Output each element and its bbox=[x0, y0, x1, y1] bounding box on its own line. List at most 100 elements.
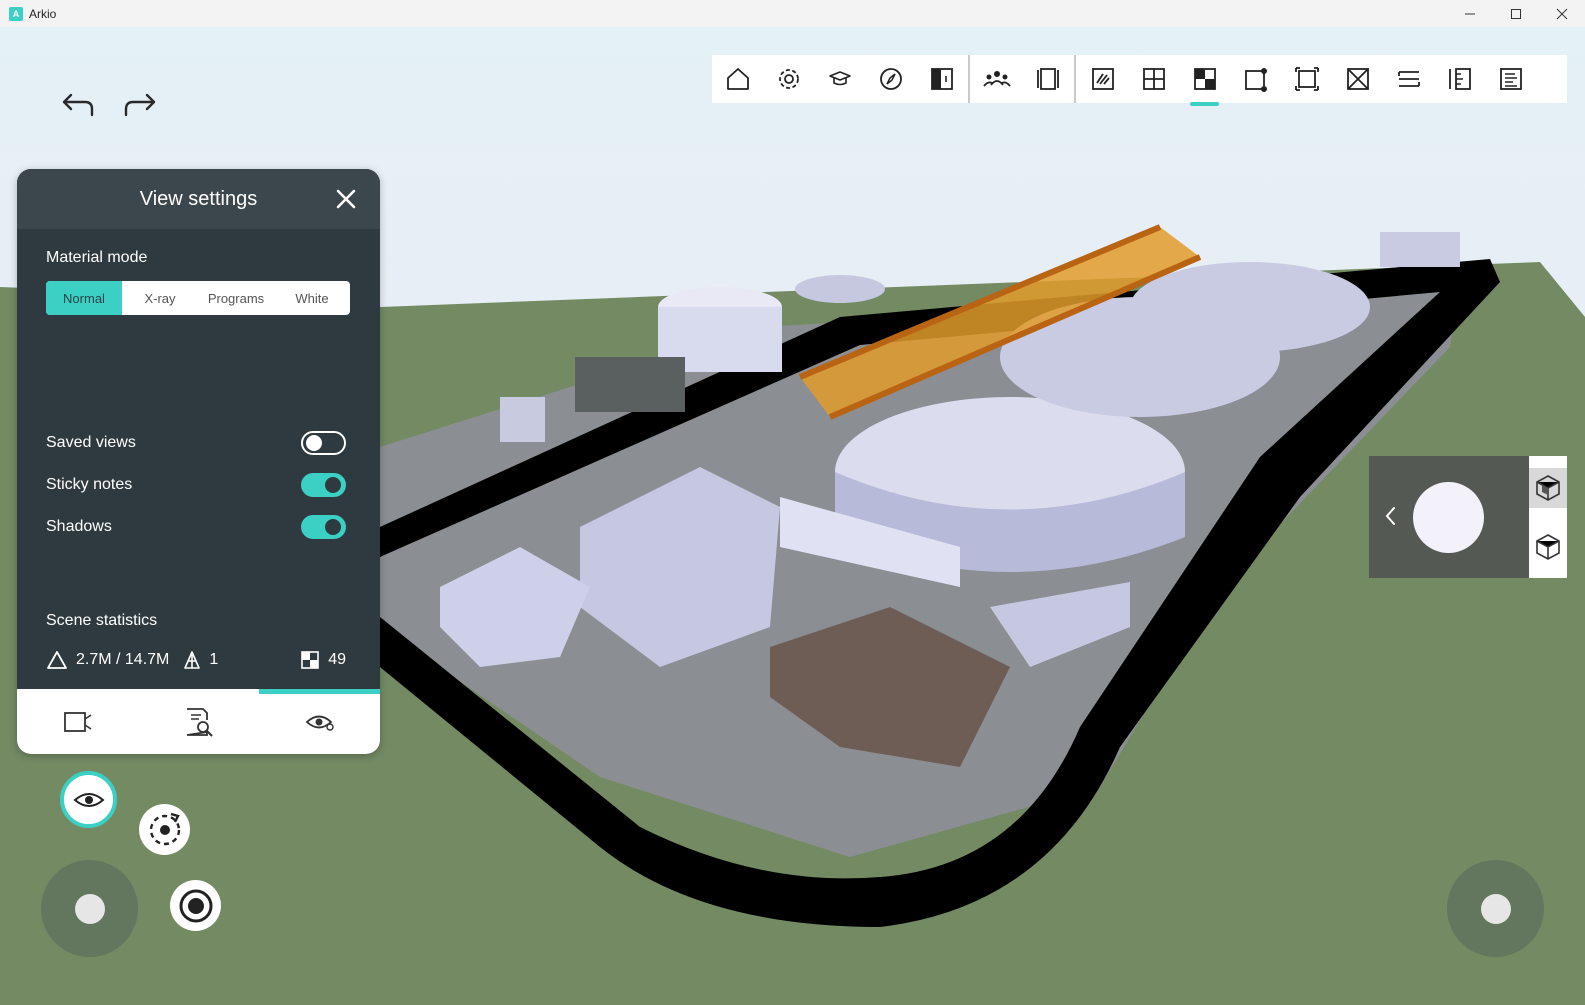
look-joystick[interactable] bbox=[1447, 860, 1544, 957]
navigation-disc[interactable] bbox=[1413, 482, 1484, 553]
collaborate-button[interactable] bbox=[971, 55, 1022, 103]
material-count-value: 49 bbox=[328, 651, 346, 668]
joystick-knob[interactable] bbox=[1480, 893, 1511, 924]
section-box-button[interactable] bbox=[1332, 55, 1383, 103]
measure-button[interactable] bbox=[1434, 55, 1485, 103]
panels-icon bbox=[1036, 68, 1059, 90]
close-window-button[interactable] bbox=[1539, 0, 1585, 27]
material-mode-selector: Normal X-ray Programs White bbox=[46, 281, 350, 315]
move-joystick[interactable] bbox=[41, 860, 138, 957]
minimize-icon bbox=[1465, 13, 1475, 14]
undo-icon bbox=[62, 93, 94, 117]
sticky-notes-row: Sticky notes bbox=[46, 472, 346, 498]
maximize-button[interactable] bbox=[1493, 0, 1539, 27]
panel-header: View settings bbox=[17, 169, 380, 229]
maximize-icon bbox=[1511, 8, 1521, 19]
3d-viewport[interactable]: View settings Material mode Normal X-ray… bbox=[0, 27, 1585, 1005]
shadows-toggle[interactable] bbox=[301, 515, 346, 539]
sticky-notes-label: Sticky notes bbox=[46, 476, 133, 493]
section-plane-button[interactable] bbox=[1383, 55, 1434, 103]
section-box-icon bbox=[1346, 68, 1369, 90]
view-mode-button[interactable] bbox=[60, 771, 117, 828]
properties-button[interactable] bbox=[1485, 55, 1536, 103]
material-mode-normal[interactable]: Normal bbox=[46, 281, 122, 315]
split-view-button[interactable] bbox=[916, 55, 967, 103]
grid-button[interactable] bbox=[1128, 55, 1179, 103]
navigation-pad bbox=[1369, 456, 1529, 578]
inspect-tab[interactable] bbox=[138, 689, 259, 754]
window-controls bbox=[1447, 0, 1585, 27]
perspective-view-button[interactable] bbox=[1529, 468, 1567, 509]
target-icon bbox=[179, 889, 212, 922]
saved-views-label: Saved views bbox=[46, 434, 136, 451]
home-button[interactable] bbox=[712, 55, 763, 103]
view-settings-button[interactable] bbox=[1179, 55, 1230, 106]
cube-solid-icon bbox=[1536, 475, 1560, 502]
compass-icon bbox=[879, 68, 902, 90]
sketch-button[interactable] bbox=[1077, 55, 1128, 103]
sketch-icon bbox=[1091, 68, 1114, 90]
app-logo-icon: A bbox=[9, 6, 23, 21]
panel-footer-tabs bbox=[17, 689, 380, 754]
chevron-left-icon bbox=[1385, 507, 1395, 525]
object-count: 1 bbox=[183, 650, 218, 670]
panels-button[interactable] bbox=[1022, 55, 1073, 103]
material-mode-programs[interactable]: Programs bbox=[198, 281, 274, 315]
object-icon bbox=[184, 651, 201, 669]
shadows-label: Shadows bbox=[46, 518, 112, 535]
camera-tab[interactable] bbox=[17, 689, 138, 754]
redo-button[interactable] bbox=[122, 89, 158, 121]
close-icon bbox=[1556, 8, 1568, 19]
eye-settings-icon bbox=[305, 715, 334, 731]
people-icon bbox=[982, 71, 1011, 87]
joystick-knob[interactable] bbox=[74, 893, 105, 924]
undo-button[interactable] bbox=[60, 89, 96, 121]
camera-icon bbox=[63, 711, 91, 732]
object-count-value: 1 bbox=[209, 651, 219, 668]
resize-icon bbox=[1244, 68, 1267, 92]
compass-button[interactable] bbox=[865, 55, 916, 103]
toggle-knob bbox=[325, 519, 341, 535]
settings-button[interactable] bbox=[763, 55, 814, 103]
minimize-button[interactable] bbox=[1447, 0, 1493, 27]
ruler-icon bbox=[1448, 68, 1471, 90]
window-title: Arkio bbox=[29, 6, 57, 21]
collapse-button[interactable] bbox=[1383, 504, 1397, 528]
triangle-icon bbox=[47, 651, 67, 669]
shadows-row: Shadows bbox=[46, 514, 346, 540]
history-controls bbox=[60, 89, 158, 121]
orthographic-view-button[interactable] bbox=[1534, 533, 1562, 566]
navigation-widget bbox=[1369, 456, 1567, 578]
view-settings-tab[interactable] bbox=[259, 689, 380, 754]
main-toolbar bbox=[712, 55, 1567, 106]
orbit-icon bbox=[149, 812, 180, 845]
target-button[interactable] bbox=[170, 880, 221, 931]
scene-statistics-label: Scene statistics bbox=[46, 612, 158, 629]
triangle-count-value: 2.7M / 14.7M bbox=[76, 651, 170, 668]
gear-icon bbox=[778, 69, 799, 89]
close-panel-button[interactable] bbox=[332, 185, 360, 213]
triangle-count: 2.7M / 14.7M bbox=[46, 650, 169, 670]
material-count: 49 bbox=[300, 650, 346, 670]
scene-statistics: 2.7M / 14.7M 1 49 bbox=[46, 647, 346, 673]
view-cube-selector bbox=[1529, 456, 1567, 578]
sticky-notes-toggle[interactable] bbox=[301, 473, 346, 497]
material-mode-label: Material mode bbox=[46, 249, 148, 266]
toggle-knob bbox=[306, 435, 322, 451]
graduation-cap-icon bbox=[828, 71, 851, 86]
selection-icon bbox=[1294, 67, 1319, 91]
redo-icon bbox=[124, 93, 156, 117]
view-settings-panel: View settings Material mode Normal X-ray… bbox=[17, 169, 380, 754]
select-button[interactable] bbox=[1281, 55, 1332, 103]
home-icon bbox=[726, 68, 749, 90]
orbit-button[interactable] bbox=[139, 804, 190, 855]
cube-outline-icon bbox=[1536, 533, 1560, 560]
material-mode-xray[interactable]: X-ray bbox=[122, 281, 198, 315]
material-mode-white[interactable]: White bbox=[274, 281, 350, 315]
learn-button[interactable] bbox=[814, 55, 865, 103]
saved-views-toggle[interactable] bbox=[301, 431, 346, 455]
resize-button[interactable] bbox=[1230, 55, 1281, 103]
toolbar-separator bbox=[968, 55, 970, 103]
checker-icon bbox=[301, 651, 320, 669]
toggle-knob bbox=[325, 477, 341, 493]
